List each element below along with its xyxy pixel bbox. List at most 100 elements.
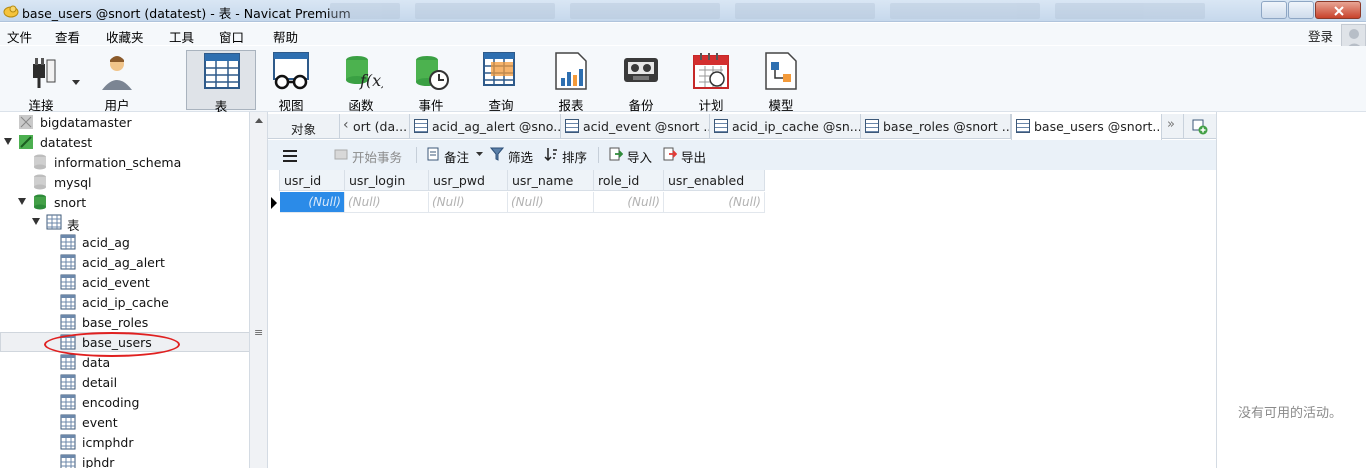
export-button[interactable]: 导出 (663, 146, 713, 165)
tab-bar: 对象 ‹ ort (da... acid_ag_alert @sno... ac… (268, 114, 1216, 140)
table-icon (60, 274, 76, 290)
event-button[interactable]: 事件 (396, 50, 466, 113)
tree-item-iphdr[interactable]: iphdr (0, 452, 249, 468)
backup-button[interactable]: 备份 (606, 50, 676, 113)
tree-item-event[interactable]: event (0, 412, 249, 432)
schedule-button[interactable]: 计划 (676, 50, 746, 113)
user-icon (102, 56, 132, 90)
function-button[interactable]: f(x) 函数 (326, 50, 396, 113)
menu-help[interactable]: 帮助 (273, 27, 298, 46)
dropdown-arrow-icon[interactable] (72, 80, 80, 86)
sort-label: 排序 (562, 150, 588, 165)
tree-item-base-users[interactable]: base_users (0, 332, 249, 352)
tab-scroll-right[interactable]: » (1162, 114, 1184, 139)
pane-splitter[interactable]: ≡ (250, 112, 268, 468)
tab-objects[interactable]: 对象 (268, 114, 340, 139)
tree-item-mysql[interactable]: mysql (0, 172, 249, 192)
tree-item-tables-folder[interactable]: 表 (0, 212, 249, 233)
navigation-tree: bigdatamaster datatest information_schem… (0, 112, 250, 468)
column-header-usr-enabled[interactable]: usr_enabled (664, 170, 765, 191)
expand-arrow-icon[interactable] (32, 218, 40, 225)
login-link[interactable]: 登录 (1308, 26, 1333, 45)
tree-item-datatest[interactable]: datatest (0, 132, 249, 152)
column-header-label: usr_enabled (668, 173, 745, 188)
connect-button[interactable]: 连接 (6, 50, 80, 113)
table-cell-usr-login[interactable]: (Null) (345, 192, 429, 213)
tree-item-snort[interactable]: snort (0, 192, 249, 212)
tree-item-acid-event[interactable]: acid_event (0, 272, 249, 292)
note-button[interactable]: 备注 (426, 146, 484, 165)
tab-acid-ag-alert[interactable]: acid_ag_alert @sno... (410, 114, 561, 139)
column-header-usr-id[interactable]: usr_id (280, 170, 345, 191)
menu-favorites[interactable]: 收藏夹 (106, 27, 144, 46)
background-taskbar (330, 0, 1250, 22)
tree-item-label: data (82, 355, 111, 370)
query-icon (483, 52, 515, 86)
tree-item-acid-ag[interactable]: acid_ag (0, 232, 249, 252)
tree-item-encoding[interactable]: encoding (0, 392, 249, 412)
tab-label: base_users @snort... (1034, 119, 1162, 134)
new-tab-button[interactable] (1184, 114, 1216, 139)
row-header-corner (268, 170, 280, 191)
table-icon (60, 334, 76, 350)
expand-arrow-icon[interactable] (18, 198, 26, 205)
close-button[interactable] (1315, 1, 1361, 19)
sort-button[interactable]: 排序 (544, 146, 594, 165)
table-cell-role-id[interactable]: (Null) (594, 192, 664, 213)
report-button[interactable]: 报表 (536, 50, 606, 113)
column-header-role-id[interactable]: role_id (594, 170, 664, 191)
tree-item-label: acid_event (82, 275, 150, 290)
splitter-grip-icon[interactable]: ≡ (254, 326, 263, 339)
tab-acid-ip-cache[interactable]: acid_ip_cache @sn... (710, 114, 861, 139)
expand-arrow-icon[interactable] (4, 138, 12, 145)
menu-tools[interactable]: 工具 (169, 27, 194, 46)
connection-icon (19, 135, 33, 149)
column-header-label: role_id (598, 173, 640, 188)
tab-base-roles[interactable]: base_roles @snort ... (861, 114, 1011, 139)
table-cell-usr-id[interactable]: (Null) (280, 192, 345, 213)
table-cell-usr-name[interactable]: (Null) (508, 192, 594, 213)
column-header-usr-name[interactable]: usr_name (508, 170, 594, 191)
menu-window[interactable]: 窗口 (219, 27, 244, 46)
column-header-usr-login[interactable]: usr_login (345, 170, 429, 191)
table-icon (60, 454, 76, 468)
table-cell-usr-pwd[interactable]: (Null) (429, 192, 508, 213)
menu-icon[interactable] (283, 150, 297, 162)
table-button[interactable]: 表 (186, 50, 256, 114)
plug-icon (33, 58, 56, 88)
filter-button[interactable]: 筛选 (490, 146, 540, 165)
tree-item-icmphdr[interactable]: icmphdr (0, 432, 249, 452)
view-button[interactable]: 视图 (256, 50, 326, 113)
dropdown-arrow-icon[interactable] (476, 152, 483, 157)
menu-file[interactable]: 文件 (7, 27, 32, 46)
menu-view[interactable]: 查看 (55, 27, 80, 46)
minimize-button[interactable] (1261, 1, 1287, 19)
table-cell-usr-enabled[interactable]: (Null) (664, 192, 765, 213)
table-icon (60, 234, 76, 250)
model-button[interactable]: 模型 (746, 50, 816, 113)
begin-transaction-button[interactable]: 开始事务 (334, 146, 406, 165)
tree-item-base-roles[interactable]: base_roles (0, 312, 249, 332)
column-header-usr-pwd[interactable]: usr_pwd (429, 170, 508, 191)
title-bar: base_users @snort (datatest) - 表 - Navic… (0, 0, 1366, 22)
query-button[interactable]: 查询 (466, 50, 536, 113)
maximize-button[interactable] (1288, 1, 1314, 19)
scroll-up-icon[interactable] (254, 116, 264, 124)
filter-label: 筛选 (508, 150, 534, 165)
tab-base-users[interactable]: base_users @snort... (1011, 114, 1162, 140)
tree-item-label: base_users (82, 335, 152, 350)
tree-item-acid-ag-alert[interactable]: acid_ag_alert (0, 252, 249, 272)
cell-value: (Null) (511, 195, 544, 209)
import-button[interactable]: 导入 (609, 146, 659, 165)
tree-item-information-schema[interactable]: information_schema (0, 152, 249, 172)
tab-acid-event[interactable]: acid_event @snort ... (561, 114, 710, 139)
connection-icon (19, 115, 33, 129)
user-button[interactable]: 用户 (82, 50, 152, 113)
tree-item-detail[interactable]: detail (0, 372, 249, 392)
tree-item-acid-ip-cache[interactable]: acid_ip_cache (0, 292, 249, 312)
tree-item-bigdatamaster[interactable]: bigdatamaster (0, 112, 249, 132)
tab-snort-previous[interactable]: ‹ ort (da... (340, 114, 410, 139)
tab-scroll-left-icon[interactable]: ‹ (343, 117, 349, 133)
tree-item-label: snort (54, 195, 87, 210)
tree-item-data[interactable]: data (0, 352, 249, 372)
